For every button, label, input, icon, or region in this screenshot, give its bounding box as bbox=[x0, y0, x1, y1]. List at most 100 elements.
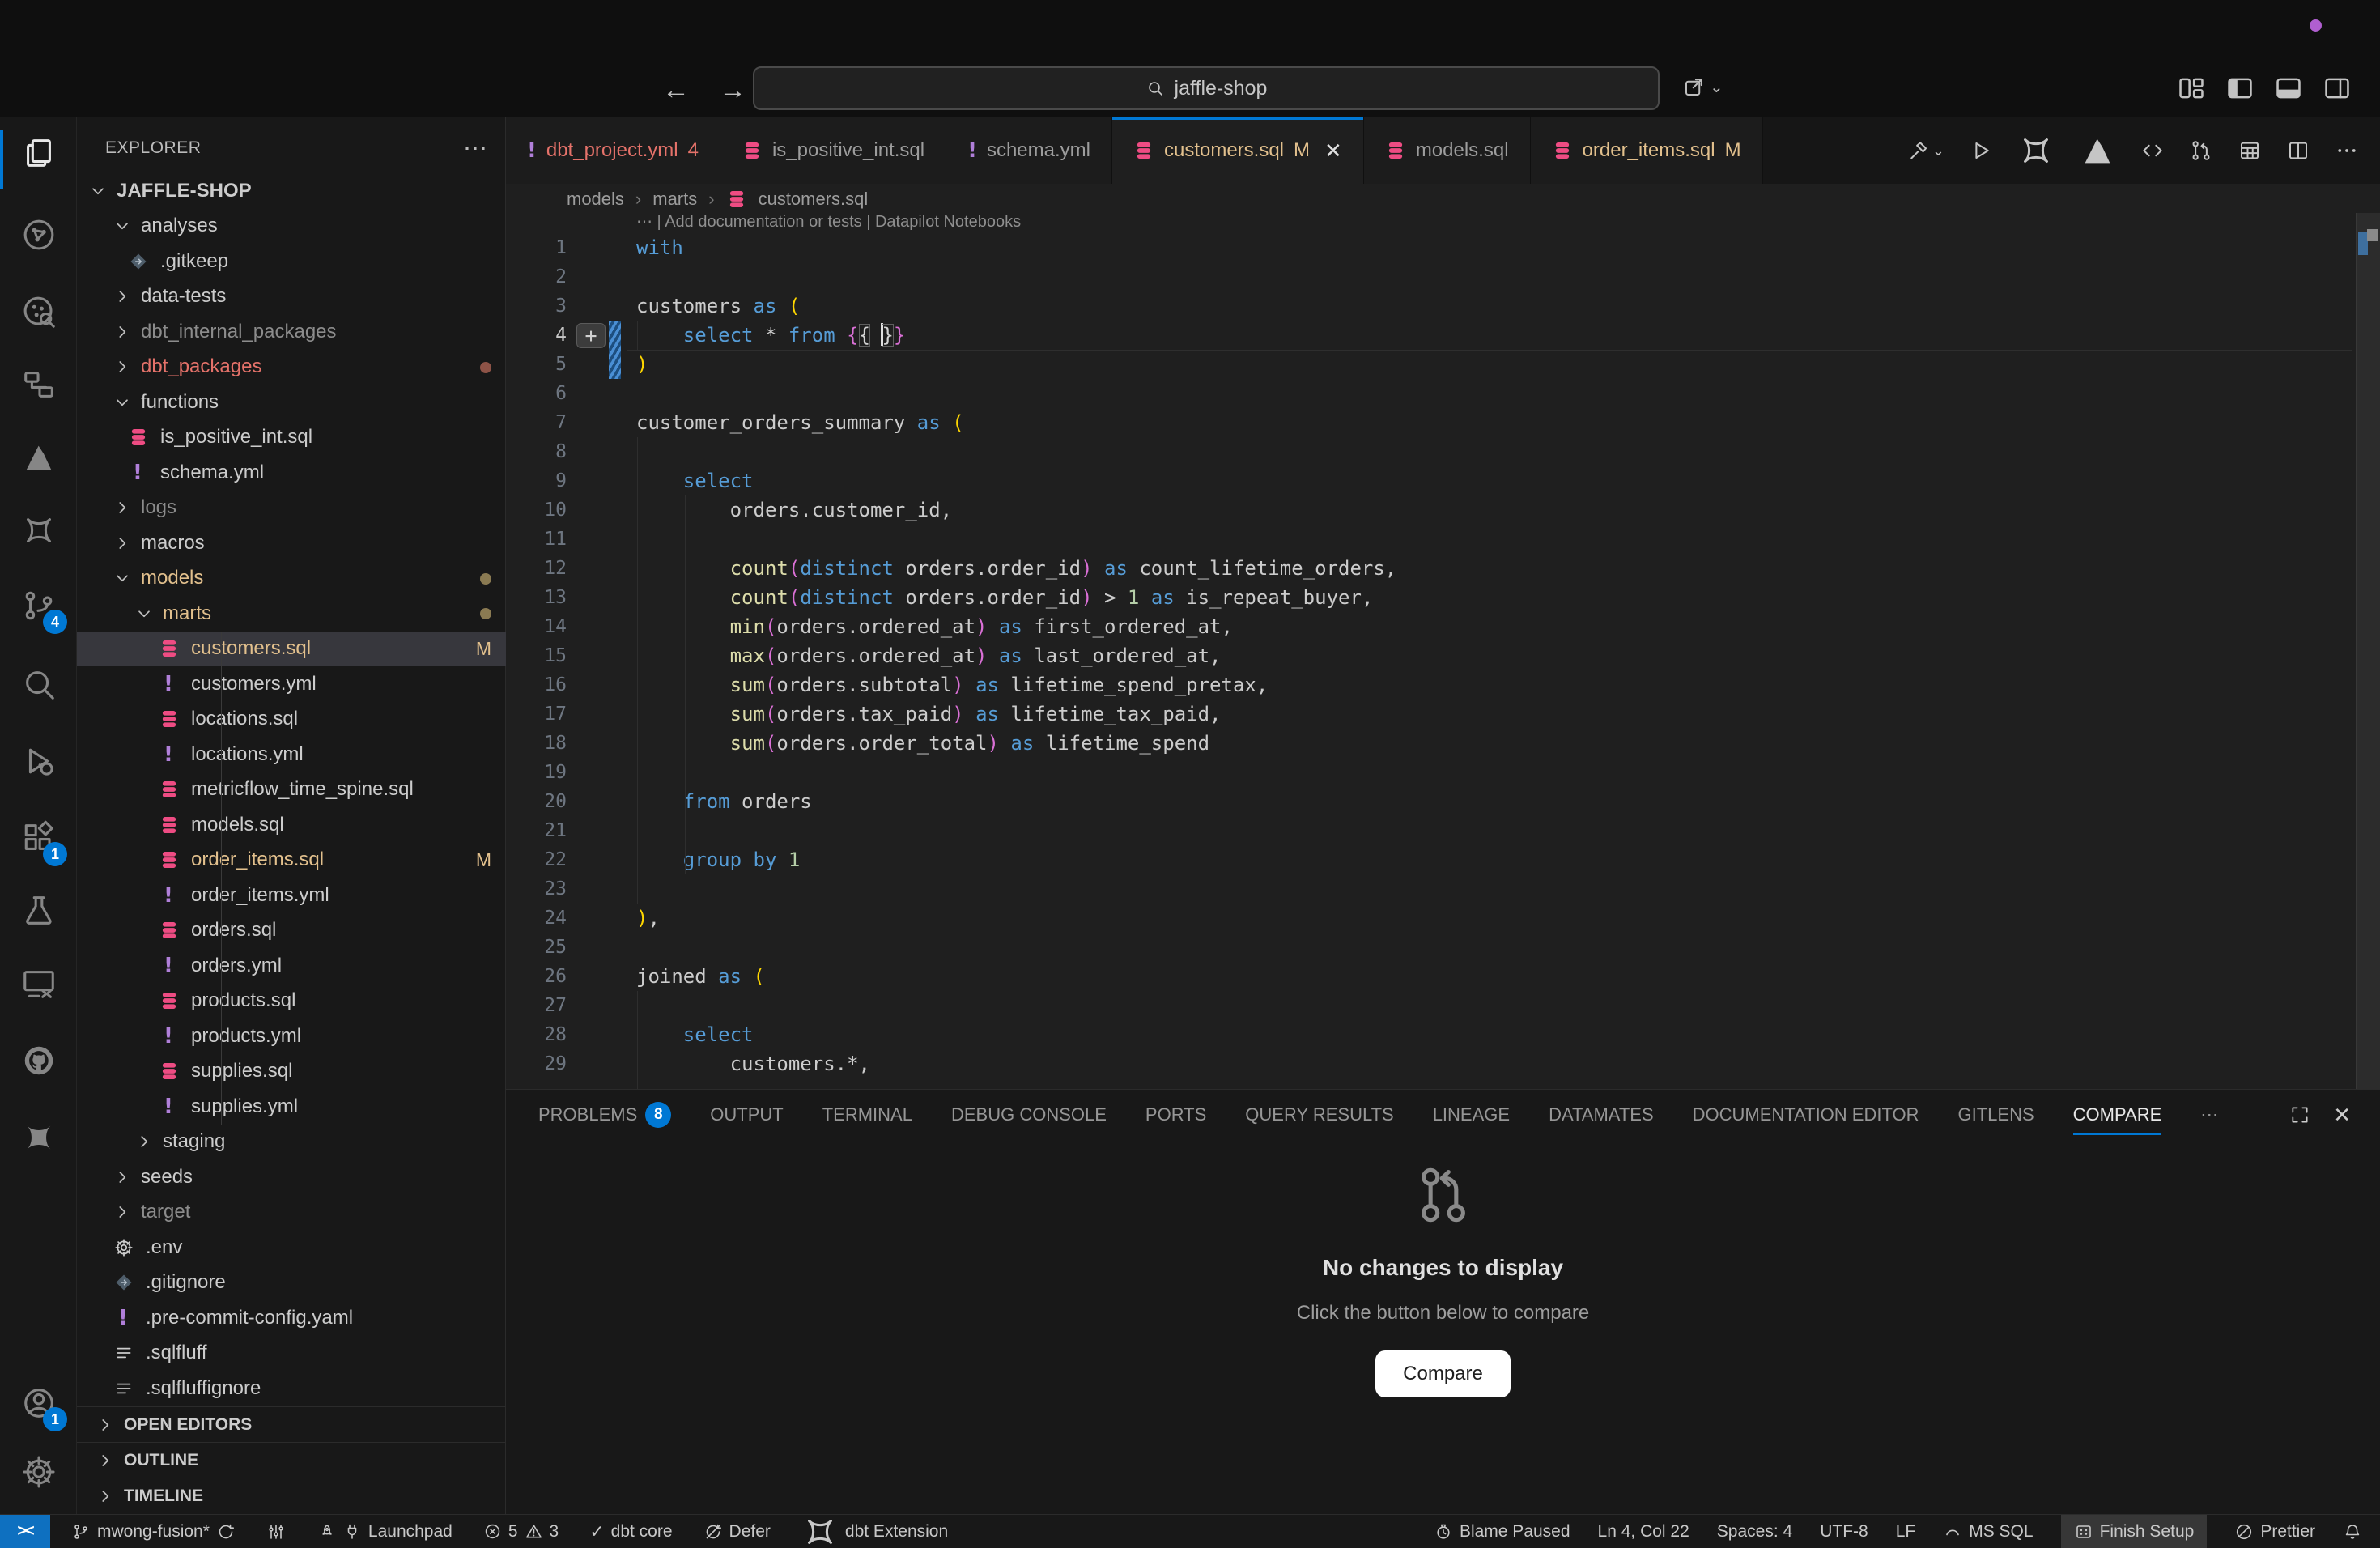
activity-search-icon[interactable] bbox=[14, 659, 64, 709]
tab-customers.sql[interactable]: customers.sqlM✕ bbox=[1112, 117, 1364, 184]
tree-file-locations.yml[interactable]: !locations.yml bbox=[77, 737, 506, 772]
activity-x-twist-icon[interactable] bbox=[14, 505, 64, 555]
statusbar-launchpad[interactable]: Launchpad bbox=[317, 1515, 453, 1548]
play-icon[interactable] bbox=[1969, 138, 1993, 163]
activity-files-icon[interactable] bbox=[14, 129, 64, 179]
tab-models.sql[interactable]: models.sql bbox=[1364, 117, 1531, 184]
statusbar-encoding[interactable]: UTF-8 bbox=[1820, 1515, 1868, 1548]
tree-file-order_items.sql[interactable]: order_items.sqlM bbox=[77, 843, 506, 878]
tree-file-products.sql[interactable]: products.sql bbox=[77, 984, 506, 1019]
tree-folder-marts[interactable]: marts bbox=[77, 596, 506, 632]
tree-file-orders.yml[interactable]: !orders.yml bbox=[77, 948, 506, 984]
toggle-primary-sidebar-icon[interactable] bbox=[2225, 73, 2255, 104]
statusbar-dbt-core[interactable]: ✓dbt core bbox=[589, 1515, 672, 1548]
more-icon[interactable] bbox=[2335, 138, 2359, 163]
close-tab-icon[interactable]: ✕ bbox=[1324, 138, 1342, 164]
activity-dbt-logo-icon[interactable] bbox=[14, 432, 64, 483]
activity-org-chart-icon[interactable] bbox=[14, 359, 64, 410]
activity-x-twist-filled-icon[interactable] bbox=[14, 1112, 64, 1163]
git-pr-icon[interactable] bbox=[2189, 138, 2213, 163]
section-open-editors[interactable]: OPEN EDITORS bbox=[77, 1406, 506, 1442]
nav-back-icon[interactable]: ← bbox=[662, 74, 690, 106]
tree-file-.gitkeep[interactable]: .gitkeep bbox=[77, 244, 506, 279]
command-center-search[interactable]: jaffle-shop bbox=[753, 66, 1660, 110]
section-timeline[interactable]: TIMELINE bbox=[77, 1478, 506, 1513]
tree-file-metricflow_time_spine.sql[interactable]: metricflow_time_spine.sql bbox=[77, 772, 506, 808]
dbt-logo-icon[interactable] bbox=[2079, 132, 2116, 169]
tree-folder-data-tests[interactable]: data-tests bbox=[77, 279, 506, 315]
tree-file-.sqlfluff[interactable]: .sqlfluff bbox=[77, 1336, 506, 1372]
tree-file-supplies.yml[interactable]: !supplies.yml bbox=[77, 1089, 506, 1125]
activity-extensions-icon[interactable]: 1 bbox=[14, 813, 64, 863]
tree-file-products.yml[interactable]: !products.yml bbox=[77, 1019, 506, 1054]
panel-tab-DOCUMENTATION EDITOR[interactable]: DOCUMENTATION EDITOR bbox=[1693, 1090, 1919, 1140]
open-changes-button[interactable]: ⌄ bbox=[1682, 74, 1723, 99]
tree-folder-models[interactable]: models bbox=[77, 561, 506, 597]
activity-source-control-icon[interactable]: 4 bbox=[14, 580, 64, 631]
activity-account-icon[interactable]: 1 bbox=[14, 1378, 64, 1428]
activity-settings-gear-icon[interactable] bbox=[14, 1447, 64, 1497]
statusbar-language-mode[interactable]: MS SQL bbox=[1943, 1515, 2033, 1548]
tree-folder-macros[interactable]: macros bbox=[77, 525, 506, 561]
statusbar-cursor-position[interactable]: Ln 4, Col 22 bbox=[1598, 1515, 1689, 1548]
breadcrumb-item[interactable]: marts bbox=[652, 189, 697, 210]
tree-folder-staging[interactable]: staging bbox=[77, 1125, 506, 1160]
panel-tab-⋯[interactable]: ⋯ bbox=[2200, 1090, 2218, 1140]
tree-folder-functions[interactable]: functions bbox=[77, 385, 506, 420]
panel-tab-LINEAGE[interactable]: LINEAGE bbox=[1433, 1090, 1510, 1140]
toggle-panel-icon[interactable] bbox=[2273, 73, 2304, 104]
tree-file-order_items.yml[interactable]: !order_items.yml bbox=[77, 878, 506, 913]
tree-folder-logs[interactable]: logs bbox=[77, 491, 506, 526]
statusbar-tune[interactable] bbox=[266, 1515, 286, 1548]
tree-file-supplies.sql[interactable]: supplies.sql bbox=[77, 1054, 506, 1090]
codelens-actions[interactable]: ⋯ | Add documentation or tests | Datapil… bbox=[636, 211, 1021, 232]
maximize-panel-icon[interactable] bbox=[2289, 1104, 2310, 1125]
statusbar-dbt-extension[interactable]: dbt Extension bbox=[801, 1515, 948, 1548]
activity-beaker-icon[interactable] bbox=[14, 886, 64, 936]
activity-circle-graph-search-icon[interactable] bbox=[14, 287, 64, 337]
panel-tab-GITLENS[interactable]: GITLENS bbox=[1958, 1090, 2034, 1140]
remote-indicator[interactable]: >< bbox=[0, 1515, 50, 1548]
tree-file-models.sql[interactable]: models.sql bbox=[77, 807, 506, 843]
activity-circle-graph-icon[interactable] bbox=[14, 210, 64, 260]
toggle-secondary-sidebar-icon[interactable] bbox=[2322, 73, 2352, 104]
panel-tab-QUERY RESULTS[interactable]: QUERY RESULTS bbox=[1245, 1090, 1393, 1140]
tree-folder-analyses[interactable]: analyses bbox=[77, 209, 506, 245]
x-twist-icon[interactable] bbox=[2017, 132, 2055, 169]
close-panel-icon[interactable]: ✕ bbox=[2333, 1103, 2351, 1128]
tab-is_positive_int.sql[interactable]: is_positive_int.sql bbox=[720, 117, 946, 184]
tree-file-is_positive_int.sql[interactable]: is_positive_int.sql bbox=[77, 420, 506, 456]
tab-order_items.sql[interactable]: order_items.sqlM bbox=[1531, 117, 1763, 184]
tree-file-customers.sql[interactable]: customers.sqlM bbox=[77, 632, 506, 667]
panel-tab-TERMINAL[interactable]: TERMINAL bbox=[822, 1090, 912, 1140]
tree-file-.sqlfluffignore[interactable]: .sqlfluffignore bbox=[77, 1371, 506, 1406]
compare-button[interactable]: Compare bbox=[1375, 1350, 1511, 1397]
tree-file-locations.sql[interactable]: locations.sql bbox=[77, 702, 506, 738]
panel-tab-COMPARE[interactable]: COMPARE bbox=[2073, 1090, 2162, 1140]
explorer-more-actions-icon[interactable]: ⋯ bbox=[463, 134, 489, 163]
statusbar-prettier[interactable]: Prettier bbox=[2234, 1515, 2315, 1548]
statusbar-defer[interactable]: Defer bbox=[703, 1515, 771, 1548]
tree-file-.env[interactable]: .env bbox=[77, 1230, 506, 1265]
tree-folder-dbt_packages[interactable]: dbt_packages bbox=[77, 350, 506, 385]
statusbar-blame[interactable]: Blame Paused bbox=[1434, 1515, 1570, 1548]
statusbar-problems[interactable]: 53 bbox=[483, 1515, 559, 1548]
breadcrumb-item[interactable]: models bbox=[567, 189, 624, 210]
tree-folder-seeds[interactable]: seeds bbox=[77, 1159, 506, 1195]
tab-dbt_project.yml[interactable]: !dbt_project.yml4 bbox=[506, 117, 720, 184]
section-outline[interactable]: OUTLINE bbox=[77, 1442, 506, 1478]
code-editor[interactable]: + 1with23customers as (4 select * from {… bbox=[506, 233, 2380, 1089]
statusbar-eol[interactable]: LF bbox=[1896, 1515, 1916, 1548]
breadcrumb-file[interactable]: customers.sql bbox=[759, 189, 869, 210]
tree-file-.pre-commit-config.yaml[interactable]: !.pre-commit-config.yaml bbox=[77, 1300, 506, 1336]
nav-forward-icon[interactable]: → bbox=[719, 74, 746, 106]
tree-folder-target[interactable]: target bbox=[77, 1195, 506, 1231]
statusbar-finish-setup[interactable]: Finish Setup bbox=[2061, 1515, 2208, 1548]
activity-github-icon[interactable] bbox=[14, 1036, 64, 1086]
table-icon[interactable] bbox=[2238, 138, 2262, 163]
hammer-icon[interactable]: ⌄ bbox=[1906, 138, 1944, 163]
customize-layout-icon[interactable] bbox=[2176, 73, 2207, 104]
panel-tab-OUTPUT[interactable]: OUTPUT bbox=[710, 1090, 783, 1140]
tab-schema.yml[interactable]: !schema.yml bbox=[946, 117, 1112, 184]
statusbar-indentation[interactable]: Spaces: 4 bbox=[1717, 1515, 1792, 1548]
